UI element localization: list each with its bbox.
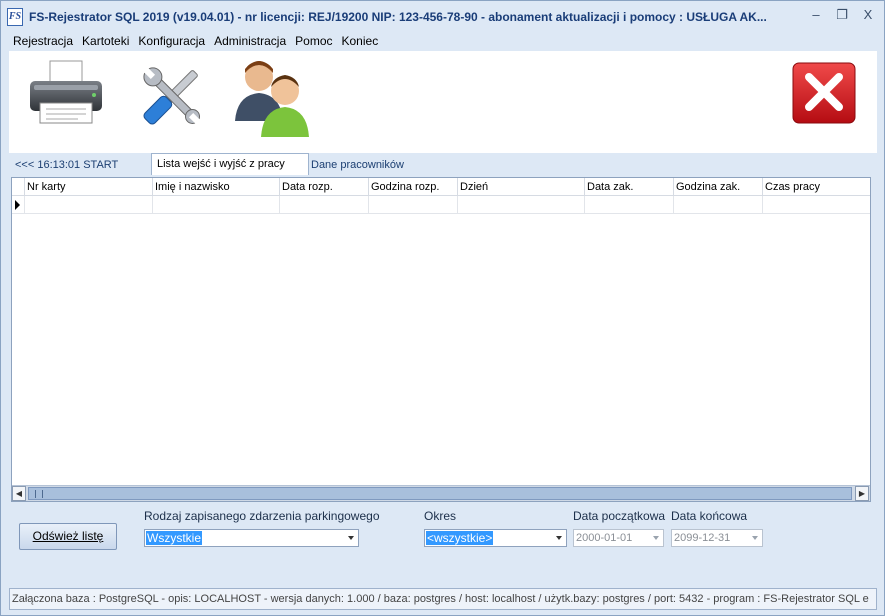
window-controls: – ❐ X [810,8,874,22]
menu-administracja[interactable]: Administracja [210,32,291,50]
menu-bar: Rejestracja Kartoteki Konfiguracja Admin… [9,32,383,50]
col-day[interactable]: Dzień [457,178,584,196]
maximize-button[interactable]: ❐ [836,8,848,22]
period-select[interactable]: <wszystkie> [424,529,567,547]
users-icon[interactable] [231,59,315,139]
tab-entries-exits[interactable]: Lista wejść i wyjść z pracy [151,153,309,175]
tab-employee-data[interactable]: Dane pracowników [306,156,409,175]
scroll-thumb[interactable] [28,487,852,500]
refresh-list-button[interactable]: Odśwież listę [19,523,117,550]
close-window-button[interactable]: X [862,8,874,22]
end-date-label: Data końcowa [671,509,748,523]
start-date-field[interactable]: 2000-01-01 [573,529,664,547]
col-start-date[interactable]: Data rozp. [279,178,368,196]
minimize-button[interactable]: – [810,8,822,22]
tab-strip: <<< 16:13:01 START Lista wejść i wyjść z… [9,153,877,175]
status-text: Załączona baza : PostgreSQL - opis: LOCA… [12,593,869,605]
chevron-down-icon [752,536,758,540]
col-card-number[interactable]: Nr karty [24,178,152,196]
window-title: FS-Rejestrator SQL 2019 (v19.04.01) - nr… [29,10,767,24]
event-type-label: Rodzaj zapisanego zdarzenia parkingowego [144,509,380,523]
entries-grid[interactable]: Nr karty Imię i nazwisko Data rozp. Godz… [11,177,871,502]
toolbar [9,51,877,153]
col-start-time[interactable]: Godzina rozp. [368,178,457,196]
menu-rejestracja[interactable]: Rejestracja [9,32,78,50]
horizontal-scrollbar[interactable]: ◀ ▶ [12,485,870,501]
title-bar[interactable]: FS FS-Rejestrator SQL 2019 (v19.04.01) -… [1,1,884,31]
menu-koniec[interactable]: Koniec [338,32,384,50]
col-full-name[interactable]: Imię i nazwisko [152,178,279,196]
col-work-time[interactable]: Czas pracy [762,178,870,196]
end-date-field[interactable]: 2099-12-31 [671,529,763,547]
scroll-right-icon[interactable]: ▶ [855,486,869,501]
printer-icon[interactable] [26,59,106,125]
close-app-icon[interactable] [791,61,857,125]
scroll-left-icon[interactable]: ◀ [12,486,26,501]
tools-icon[interactable] [135,59,209,133]
start-date-label: Data początkowa [573,509,666,523]
current-row-indicator-icon [15,200,20,210]
chevron-down-icon [653,536,659,540]
app-logo-icon: FS [7,8,23,26]
col-end-time[interactable]: Godzina zak. [673,178,762,196]
grid-header: Nr karty Imię i nazwisko Data rozp. Godz… [12,178,870,196]
menu-konfiguracja[interactable]: Konfiguracja [134,32,210,50]
period-label: Okres [424,509,457,523]
session-start-label[interactable]: <<< 16:13:01 START [10,156,123,175]
chevron-down-icon [556,536,562,540]
menu-kartoteki[interactable]: Kartoteki [78,32,134,50]
col-end-date[interactable]: Data zak. [584,178,673,196]
main-window: FS FS-Rejestrator SQL 2019 (v19.04.01) -… [0,0,885,616]
status-bar: Załączona baza : PostgreSQL - opis: LOCA… [9,588,877,610]
table-row[interactable] [12,196,870,214]
event-type-select[interactable]: Wszystkie [144,529,359,547]
chevron-down-icon [348,536,354,540]
menu-pomoc[interactable]: Pomoc [291,32,337,50]
